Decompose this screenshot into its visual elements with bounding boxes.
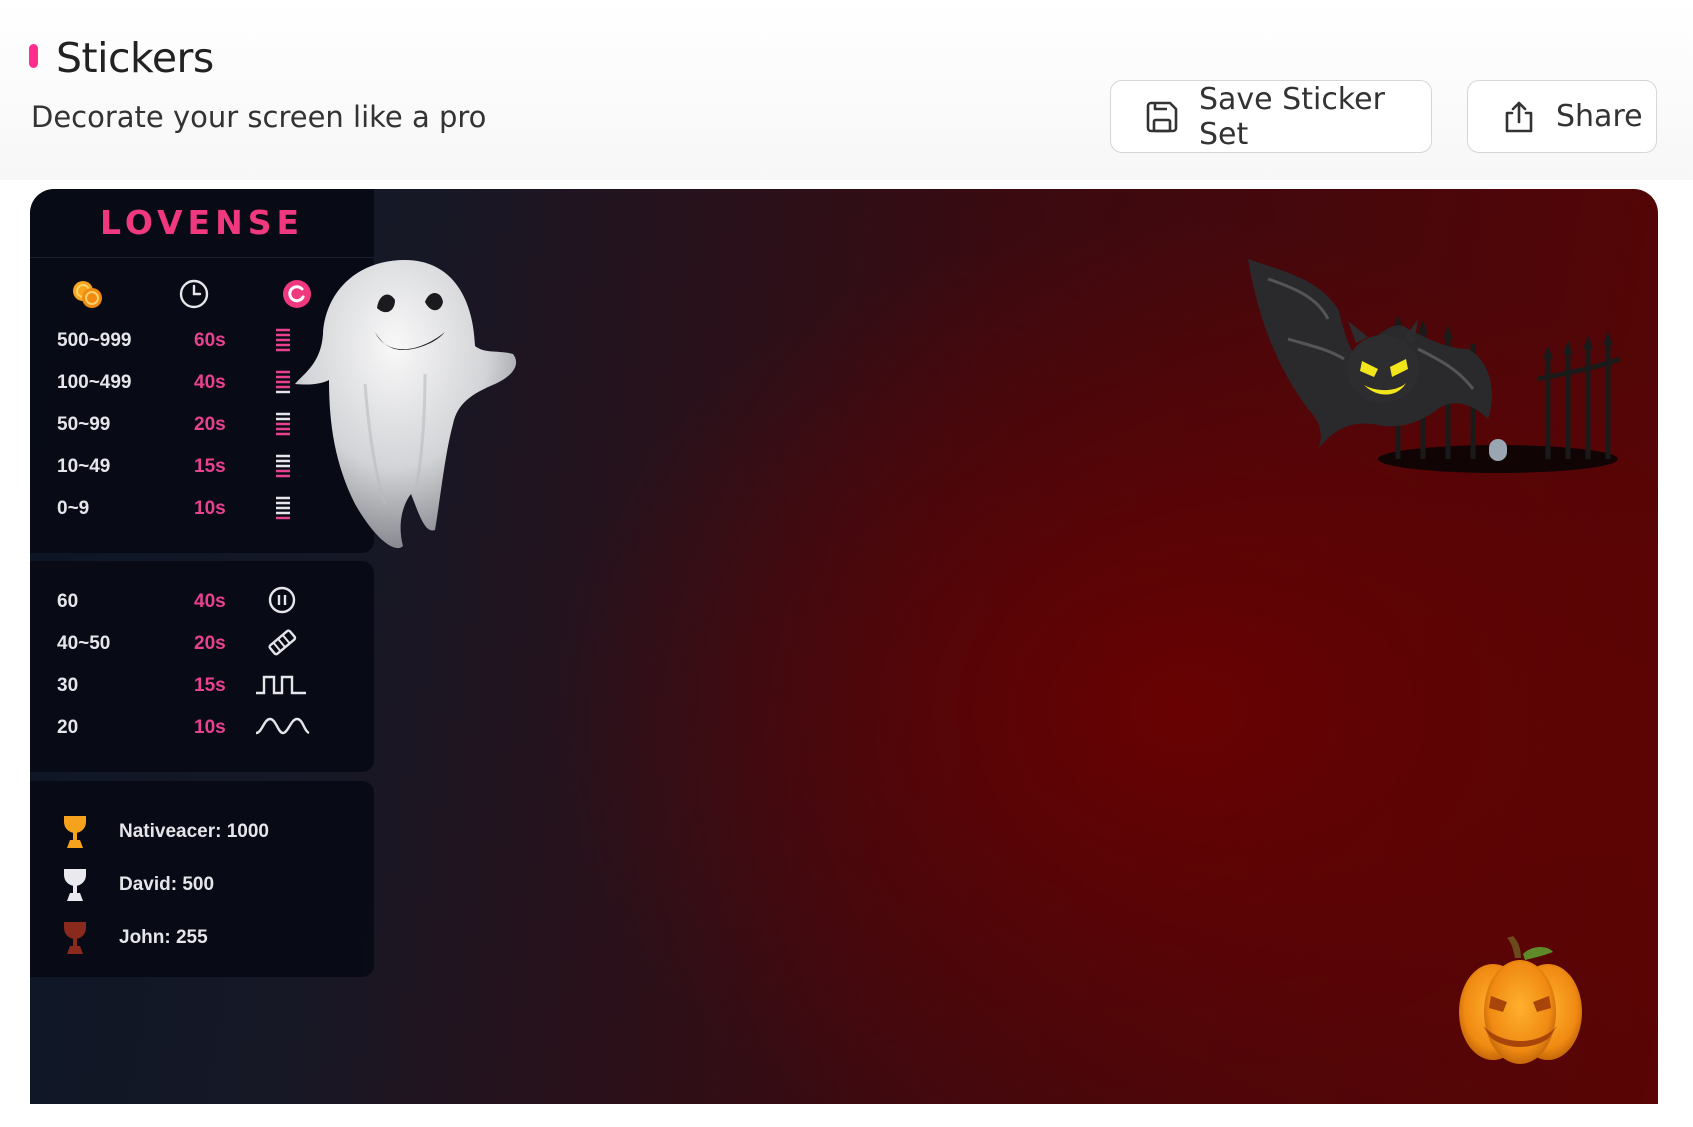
leaderboard-entry: David: 500 (30, 866, 374, 916)
pause-icon (252, 583, 312, 617)
share-button[interactable]: Share (1467, 80, 1657, 153)
pulse-wave-icon (252, 667, 312, 701)
special-row: 30 15s (30, 675, 374, 715)
tip-range: 50~99 (57, 414, 111, 435)
share-upload-icon (1500, 98, 1538, 136)
tip-duration: 20s (194, 414, 226, 435)
special-level: 30 (57, 675, 79, 696)
tip-duration: 60s (194, 330, 226, 351)
leaderboard-text: John: 255 (119, 927, 208, 948)
gold-trophy-icon (60, 813, 90, 851)
page-title: Stickers (56, 34, 214, 82)
special-duration: 10s (194, 717, 226, 738)
special-commands-panel: 60 40s 40~50 20s 30 15s 20 10s (30, 561, 374, 772)
bat-with-fence-sticker[interactable] (1248, 249, 1628, 479)
tip-range: 10~49 (57, 456, 111, 477)
leaderboard-panel: Nativeacer: 1000 David: 500 John: 255 (30, 781, 374, 977)
coins-icon (70, 277, 104, 311)
special-level: 20 (57, 717, 79, 738)
tip-duration: 40s (194, 372, 226, 393)
bronze-trophy-icon (60, 919, 90, 957)
special-duration: 40s (194, 591, 226, 612)
title-accent-bar (29, 44, 38, 68)
leaderboard-entry: Nativeacer: 1000 (30, 813, 374, 863)
special-level: 60 (57, 591, 79, 612)
special-level: 40~50 (57, 633, 111, 654)
clock-icon (177, 277, 211, 311)
leaderboard-entry: John: 255 (30, 919, 374, 969)
leaderboard-text: David: 500 (119, 874, 215, 895)
special-row: 40~50 20s (30, 629, 374, 673)
leaderboard-text: Nativeacer: 1000 (119, 821, 269, 842)
sine-wave-icon (252, 709, 312, 743)
tip-duration: 10s (194, 498, 226, 519)
random-pattern-icon (252, 625, 312, 659)
silver-trophy-icon (60, 866, 90, 904)
tip-duration: 15s (194, 456, 226, 477)
save-sticker-set-label: Save Sticker Set (1199, 81, 1385, 152)
share-label: Share (1556, 99, 1643, 134)
jack-o-lantern-sticker[interactable] (1453, 934, 1588, 1069)
tip-range: 100~499 (57, 372, 132, 393)
page-subtitle: Decorate your screen like a pro (31, 100, 487, 134)
page-header: Stickers Decorate your screen like a pro… (0, 0, 1693, 180)
floppy-disk-icon (1143, 98, 1181, 136)
special-duration: 15s (194, 675, 226, 696)
special-duration: 20s (194, 633, 226, 654)
lovense-logo: LOVENSE (99, 203, 305, 242)
tip-range: 500~999 (57, 330, 132, 351)
special-row: 60 40s (30, 586, 374, 631)
save-sticker-set-button[interactable]: Save Sticker Set (1110, 80, 1432, 153)
sticker-preview-canvas: LOVENSE 500~999 60s 100~499 40s 50~99 20… (30, 189, 1658, 1104)
special-row: 20 10s (30, 717, 374, 757)
ghost-sticker[interactable] (285, 254, 525, 554)
tip-range: 0~9 (57, 498, 90, 519)
